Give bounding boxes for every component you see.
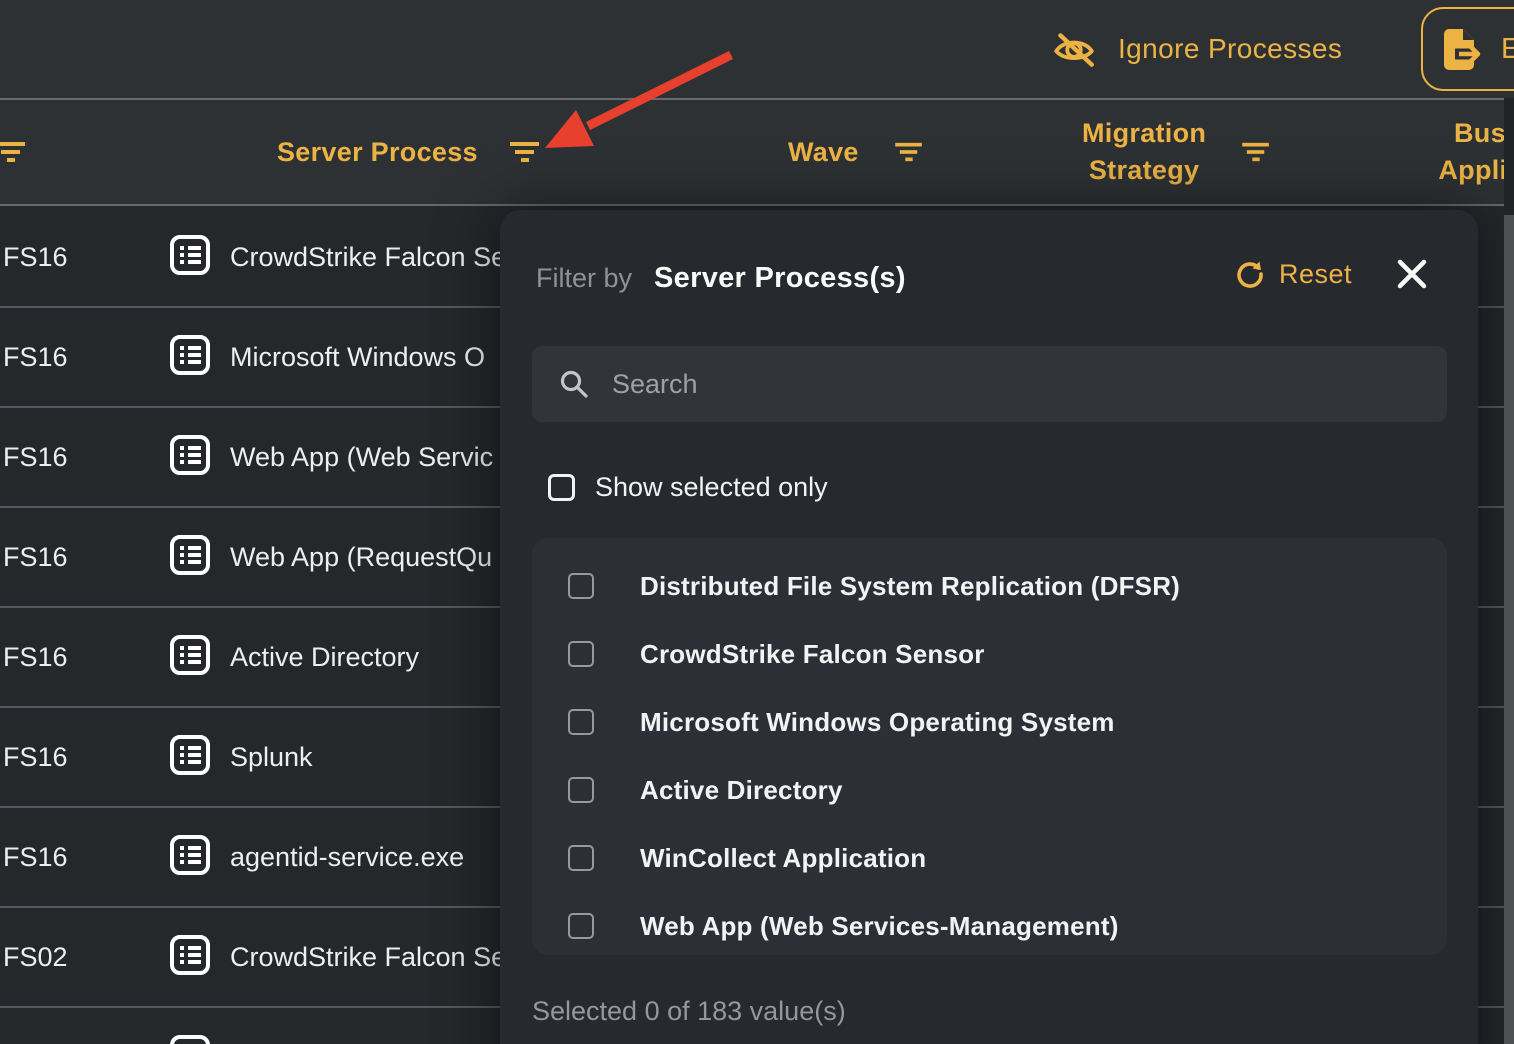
option-checkbox[interactable] [568, 845, 594, 871]
filter-option[interactable]: CrowdStrike Falcon Sensor [532, 620, 1447, 688]
process-list-icon [168, 1033, 212, 1044]
reset-label: Reset [1279, 259, 1352, 290]
filter-option[interactable]: WinCollect Application [532, 824, 1447, 892]
ignore-processes-button[interactable]: Ignore Processes [1050, 0, 1342, 98]
column-header-business-application: Busi Appli [1432, 100, 1514, 204]
process-name-cell: agentid-service.exe [230, 842, 464, 873]
option-label: Active Directory [640, 775, 843, 806]
wave-filter-icon[interactable] [895, 141, 923, 163]
filter-by-label: Filter by [536, 263, 632, 294]
close-icon[interactable] [1396, 258, 1428, 290]
filter-options-list: Distributed File System Replication (DFS… [532, 538, 1447, 955]
server-name-cell: FS16 [3, 608, 68, 706]
migration-strategy-filter-icon[interactable] [1242, 141, 1270, 163]
process-list-icon [168, 533, 212, 582]
refresh-icon [1235, 259, 1265, 289]
server-name-cell: FS16 [3, 408, 68, 506]
filter-column-name: Server Process(s) [654, 262, 906, 295]
show-selected-only-toggle[interactable]: Show selected only [548, 472, 828, 503]
search-input[interactable] [612, 369, 1421, 400]
process-name-cell: Active Directory [230, 642, 419, 673]
server-name-cell: FS16 [3, 208, 68, 306]
show-selected-label: Show selected only [595, 472, 828, 503]
server-name-cell: FS16 [3, 708, 68, 806]
filter-dialog-title: Filter by Server Process(s) [536, 262, 906, 295]
selection-count-status: Selected 0 of 183 value(s) [532, 996, 846, 1027]
option-checkbox[interactable] [568, 573, 594, 599]
option-label: Web App (Web Services-Management) [640, 911, 1119, 942]
wave-column-label: Wave [788, 134, 859, 171]
option-checkbox[interactable] [568, 777, 594, 803]
filter-option[interactable]: Web App (Web Services-Management) [532, 892, 1447, 955]
table-header-row: Server Process Wave Migration Strategy B… [0, 98, 1514, 206]
business-application-column-label: Busi Appli [1432, 115, 1514, 189]
filter-option[interactable]: Microsoft Windows Operating System [532, 688, 1447, 756]
top-toolbar: Ignore Processes E [0, 0, 1514, 98]
filter-option[interactable]: Distributed File System Replication (DFS… [532, 552, 1447, 620]
file-export-icon [1437, 24, 1485, 74]
column-header-server-process: Server Process [277, 100, 540, 204]
process-list-icon [168, 933, 212, 982]
process-list-icon [168, 333, 212, 382]
export-button[interactable]: E [1421, 7, 1514, 91]
option-label: Microsoft Windows Operating System [640, 707, 1115, 738]
process-name-cell: Splunk [230, 742, 313, 773]
server-process-filter-icon[interactable] [510, 140, 540, 164]
process-list-icon [168, 433, 212, 482]
server-name-cell: FS16 [3, 508, 68, 606]
option-label: CrowdStrike Falcon Sensor [640, 639, 985, 670]
process-list-icon [168, 733, 212, 782]
option-checkbox[interactable] [568, 709, 594, 735]
option-label: WinCollect Application [640, 843, 926, 874]
export-button-label: E [1501, 33, 1514, 66]
process-list-icon [168, 833, 212, 882]
server-name-cell: FS16 [3, 808, 68, 906]
server-process-column-label: Server Process [277, 134, 478, 171]
process-list-icon [168, 633, 212, 682]
reset-button[interactable]: Reset [1235, 259, 1352, 290]
search-icon [558, 368, 590, 400]
option-checkbox[interactable] [568, 913, 594, 939]
process-name-cell: Web App (Web Servic [230, 442, 493, 473]
server-name-cell: FS16 [3, 308, 68, 406]
process-name-cell: Microsoft Windows O [230, 342, 485, 373]
column-header-wave: Wave [788, 100, 923, 204]
ignore-processes-label: Ignore Processes [1118, 33, 1342, 65]
option-checkbox[interactable] [568, 641, 594, 667]
server-name-cell: FS02 [3, 908, 68, 1006]
filter-icon[interactable] [0, 100, 26, 204]
process-list-icon [168, 233, 212, 282]
migration-strategy-column-label: Migration Strategy [1082, 115, 1206, 189]
filter-option[interactable]: Active Directory [532, 756, 1447, 824]
show-selected-checkbox[interactable] [548, 474, 575, 501]
process-name-cell: Web App (RequestQu [230, 542, 492, 573]
filter-dialog: Filter by Server Process(s) Reset [500, 210, 1478, 1044]
column-header-migration-strategy: Migration Strategy [1082, 100, 1270, 204]
process-name-cell: CrowdStrike Falcon Se [230, 942, 506, 973]
process-name-cell: CrowdStrike Falcon Se [230, 242, 506, 273]
option-label: Distributed File System Replication (DFS… [640, 571, 1180, 602]
vertical-scrollbar-thumb[interactable] [1504, 215, 1514, 1044]
filter-search-box [532, 346, 1447, 422]
eye-off-icon [1050, 26, 1098, 72]
